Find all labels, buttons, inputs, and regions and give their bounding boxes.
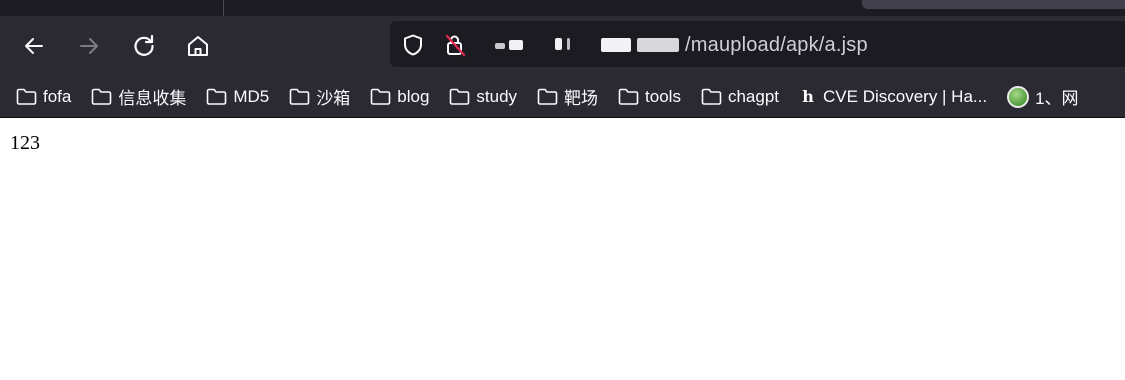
bookmark-label: MD5 <box>233 86 270 106</box>
bookmark-label: blog <box>397 86 430 106</box>
url-bar[interactable]: /maupload/apk/a.jsp <box>390 21 1125 67</box>
bookmark-label: study <box>476 86 518 106</box>
bookmark-label: fofa <box>43 86 72 106</box>
folder-icon <box>701 88 722 105</box>
bookmark-study[interactable]: study <box>449 87 517 107</box>
folder-icon <box>370 88 391 105</box>
home-icon <box>188 36 208 56</box>
folder-icon <box>618 88 639 105</box>
page-body-text: 123 <box>10 132 40 154</box>
reload-button[interactable] <box>128 30 160 62</box>
folder-icon <box>289 88 310 105</box>
insecure-lock-icon[interactable] <box>442 33 468 57</box>
bookmark-cve-discovery[interactable]: h CVE Discovery | Ha... <box>799 87 987 107</box>
tracking-protection-shield-icon[interactable] <box>400 33 426 57</box>
url-redacted-host <box>485 35 685 53</box>
bookmark-label: 沙箱 <box>316 89 351 108</box>
tab-strip <box>0 0 1125 16</box>
home-button[interactable] <box>182 30 214 62</box>
back-button[interactable] <box>18 30 50 62</box>
bookmark-label: tools <box>645 86 681 106</box>
bookmark-label: chagpt <box>727 86 780 106</box>
bookmark-label: 1、网 <box>1035 89 1079 108</box>
bookmarks-toolbar: fofa 信息收集 MD5 沙箱 blog study 靶场 tools cha… <box>0 76 1125 118</box>
bookmark-blog[interactable]: blog <box>370 87 429 107</box>
folder-icon <box>16 88 37 105</box>
bookmark-chagpt[interactable]: chagpt <box>701 87 779 107</box>
bookmark-label: 靶场 <box>564 89 599 108</box>
active-tab[interactable] <box>862 0 1125 9</box>
folder-icon <box>207 88 227 105</box>
hackerone-icon: h <box>802 87 814 106</box>
site-favicon-icon <box>1007 85 1030 108</box>
bookmark-sandbox[interactable]: 沙箱 <box>289 84 350 109</box>
forward-arrow-icon <box>80 38 98 54</box>
url-path-text[interactable]: /maupload/apk/a.jsp <box>685 34 868 57</box>
navigation-toolbar: /maupload/apk/a.jsp <box>0 16 1125 76</box>
folder-icon <box>92 88 112 105</box>
bookmark-label: 信息收集 <box>118 89 187 108</box>
bookmark-range[interactable]: 靶场 <box>537 84 598 109</box>
folder-icon <box>450 88 470 105</box>
bookmark-label: CVE Discovery | Ha... <box>823 86 988 106</box>
bookmark-tools[interactable]: tools <box>618 87 681 107</box>
forward-button[interactable] <box>73 30 105 62</box>
bookmark-site[interactable]: 1、网 <box>1007 84 1079 109</box>
bookmark-fofa[interactable]: fofa <box>16 87 71 107</box>
folder-icon <box>537 88 558 105</box>
bookmark-info-gathering[interactable]: 信息收集 <box>91 84 186 109</box>
bookmark-md5[interactable]: MD5 <box>206 87 269 107</box>
back-arrow-icon <box>25 38 43 54</box>
reload-icon <box>134 34 154 56</box>
tab-separator <box>223 0 224 16</box>
